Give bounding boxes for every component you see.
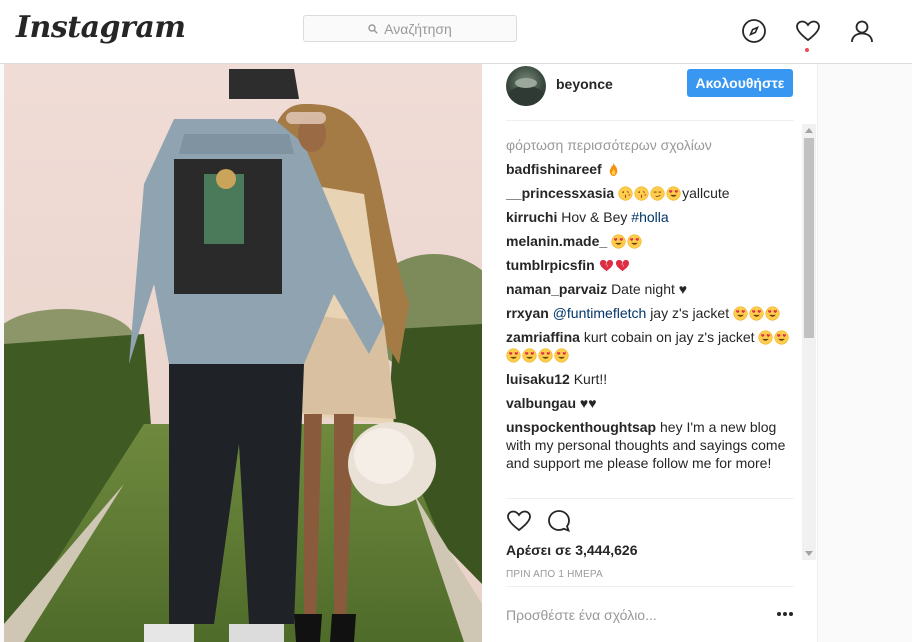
comment-item: zamriaffina kurt cobain on jay z's jacke…: [506, 328, 794, 364]
comment-text: kurt cobain on jay z's jacket: [583, 329, 755, 345]
comment-username[interactable]: kirruchi: [506, 209, 557, 225]
comment-mention-link[interactable]: @funtimefletch: [553, 305, 647, 321]
compass-icon[interactable]: [741, 18, 767, 44]
broken-heart-emoji-icon: [599, 259, 613, 272]
post-header: beyonce Ακολουθήστε: [482, 64, 818, 120]
comment-item: rrxyan @funtimefletch jay z's jacket: [506, 304, 794, 322]
comment-hashtag-link[interactable]: #holla: [631, 209, 668, 225]
scrollbar-thumb[interactable]: [804, 138, 814, 338]
comment-container: badfishinareef __princessxasia yallcute k…: [506, 160, 794, 472]
add-comment-input[interactable]: Προσθέστε ένα σχόλιο...: [506, 607, 657, 623]
heart-eyes-emoji-icon: [627, 234, 642, 249]
search-icon: [368, 23, 378, 34]
comments-divider: [506, 498, 794, 499]
comment-username[interactable]: valbungau: [506, 395, 576, 411]
header-divider: [506, 120, 794, 121]
scroll-up-arrow[interactable]: [805, 128, 813, 133]
heart-eyes-emoji-icon: [506, 348, 521, 363]
post-timestamp[interactable]: ΠΡΙΝ ΑΠΟ 1 ΗΜΕΡΑ: [506, 569, 603, 580]
heart-eyes-emoji-icon: [774, 330, 790, 345]
more-options-icon[interactable]: [776, 611, 794, 617]
comment-username[interactable]: badfishinareef: [506, 161, 602, 177]
heart-eyes-emoji-icon: [765, 306, 780, 321]
like-heart-icon[interactable]: [506, 508, 532, 534]
kiss-face-emoji-icon: [618, 186, 633, 201]
likes-count[interactable]: Αρέσει σε 3,444,626: [506, 542, 637, 558]
comment-username[interactable]: tumblrpicsfin: [506, 257, 595, 273]
comment-username[interactable]: zamriaffina: [506, 329, 580, 345]
instagram-logo[interactable]: Instagram: [16, 10, 186, 45]
heart-eyes-emoji-icon: [733, 306, 748, 321]
comment-text: ♥♥: [579, 395, 597, 411]
footer-divider: [506, 586, 794, 587]
heart-eyes-emoji-icon: [611, 234, 626, 249]
comment-username[interactable]: naman_parvaiz: [506, 281, 607, 297]
comment-item: valbungau ♥♥: [506, 394, 794, 412]
heart-eyes-emoji-icon: [522, 348, 537, 363]
scroll-down-arrow[interactable]: [805, 551, 813, 556]
avatar-image: [508, 78, 544, 106]
load-more-comments-link[interactable]: φόρτωση περισσότερων σχολίων: [506, 136, 794, 154]
search-placeholder: Αναζήτηση: [384, 20, 452, 37]
comment-username[interactable]: melanin.made_: [506, 233, 607, 249]
heart-eyes-emoji-icon: [538, 348, 553, 363]
comment-username[interactable]: unspockenthoughtsap: [506, 419, 656, 435]
heart-eyes-emoji-icon: [554, 348, 569, 363]
comment-username[interactable]: __princessxasia: [506, 185, 614, 201]
post-photo[interactable]: [4, 64, 482, 642]
follow-button[interactable]: Ακολουθήστε: [687, 69, 793, 97]
top-navigation: Instagram Αναζήτηση: [0, 0, 912, 64]
comment-username[interactable]: luisaku12: [506, 371, 570, 387]
fire-emoji-icon: [609, 162, 617, 177]
kiss-face-emoji-icon: [634, 186, 649, 201]
comment-bubble-icon[interactable]: [546, 508, 572, 534]
heart-eyes-emoji-icon: [758, 330, 774, 345]
comment-item: badfishinareef: [506, 160, 794, 178]
comment-item: __princessxasia yallcute: [506, 184, 794, 202]
profile-icon[interactable]: [849, 18, 875, 44]
couple-photo-image: [4, 64, 482, 642]
comment-item: unspockenthoughtsap hey I'm a new blog w…: [506, 418, 794, 472]
heart-eyes-emoji-icon: [666, 186, 681, 201]
post-details-panel: beyonce Ακολουθήστε φόρτωση περισσότερων…: [482, 64, 818, 642]
smirk-face-emoji-icon: [650, 186, 665, 201]
comment-item: melanin.made_: [506, 232, 794, 250]
comment-username[interactable]: rrxyan: [506, 305, 549, 321]
post-username[interactable]: beyonce: [556, 76, 613, 92]
heart-eyes-emoji-icon: [749, 306, 764, 321]
comment-text: jay z's jacket: [650, 305, 730, 321]
avatar[interactable]: [506, 66, 546, 106]
comment-text: Date night ♥: [611, 281, 688, 297]
comment-text: Kurt!!: [573, 371, 608, 387]
comment-item: kirruchi Hov & Bey #holla: [506, 208, 794, 226]
comments-scrollbar[interactable]: [802, 124, 816, 560]
comment-item: luisaku12 Kurt!!: [506, 370, 794, 388]
comment-item: tumblrpicsfin: [506, 256, 794, 274]
comment-item: naman_parvaiz Date night ♥: [506, 280, 794, 298]
notification-dot: [805, 48, 809, 52]
search-input[interactable]: Αναζήτηση: [303, 15, 517, 42]
broken-heart-emoji-icon: [615, 259, 629, 272]
comment-text: Hov & Bey: [561, 209, 628, 225]
heart-icon[interactable]: [795, 18, 821, 44]
comment-text: yallcute: [682, 185, 730, 201]
